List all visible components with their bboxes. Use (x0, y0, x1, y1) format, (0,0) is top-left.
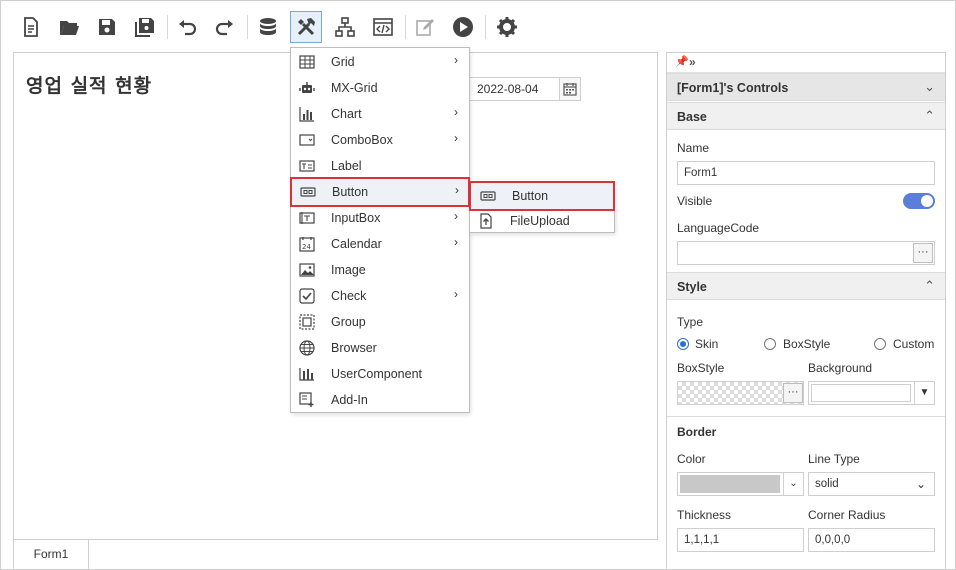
date-input[interactable]: 2022-08-04 (468, 77, 568, 101)
pin-icon[interactable]: 📌 (675, 55, 689, 68)
redo-icon[interactable] (209, 11, 241, 43)
name-field[interactable]: Form1 (677, 161, 935, 185)
name-label: Name (677, 141, 710, 155)
button-icon (480, 191, 496, 201)
edit-icon[interactable] (409, 11, 441, 43)
save-all-icon[interactable] (129, 11, 161, 43)
radio-custom-label: Custom (893, 337, 935, 351)
calendar-24-icon: 24 (299, 237, 315, 252)
line-type-select[interactable]: solid ⌄ (808, 472, 935, 496)
corner-radius-label: Corner Radius (808, 508, 886, 522)
form-tabbar: Form1 (13, 540, 658, 570)
language-ellipsis-button[interactable]: ··· (913, 243, 933, 263)
save-icon[interactable] (91, 11, 123, 43)
color-swatch (680, 475, 780, 493)
collapse-icon[interactable]: » (689, 55, 696, 69)
chevron-up-icon[interactable]: ⌃ (924, 278, 935, 294)
background-label: Background (808, 361, 873, 375)
bar-chart-icon (299, 107, 314, 122)
menu-item-group[interactable]: Group (291, 309, 469, 335)
checkbox-icon (299, 288, 315, 304)
radio-skin[interactable] (677, 338, 689, 350)
chevron-down-icon[interactable]: ⌄ (783, 473, 803, 495)
form-title: 영업 실적 현황 (26, 75, 153, 97)
boxstyle-ellipsis-button[interactable]: ··· (783, 383, 803, 403)
file-upload-icon (480, 213, 492, 229)
controls-header[interactable]: [Form1]'s Controls ⌄ (667, 73, 945, 101)
menu-item-image[interactable]: Image (291, 257, 469, 283)
radio-boxstyle[interactable] (764, 338, 776, 350)
menu-item-mx-grid[interactable]: MX-Grid (291, 75, 469, 101)
globe-icon (299, 340, 315, 356)
button-submenu: Button FileUpload (469, 181, 615, 233)
label-icon (299, 160, 315, 172)
submenu-item-fileupload[interactable]: FileUpload (470, 208, 614, 234)
hierarchy-icon[interactable] (329, 11, 361, 43)
tab-form1[interactable]: Form1 (13, 540, 89, 570)
add-in-icon (299, 392, 314, 407)
menu-item-inputbox[interactable]: InputBox › (291, 205, 469, 231)
new-file-icon[interactable] (15, 11, 47, 43)
border-color-select[interactable]: ⌄ (677, 472, 804, 496)
chevron-down-icon[interactable]: ⌄ (924, 79, 935, 95)
user-component-icon (299, 368, 314, 381)
database-icon[interactable] (252, 11, 284, 43)
menu-item-browser[interactable]: Browser (291, 335, 469, 361)
background-select[interactable]: ▼ (808, 381, 935, 405)
submenu-item-button[interactable]: Button (469, 181, 615, 211)
line-type-label: Line Type (808, 452, 860, 466)
toolbar (1, 1, 956, 51)
language-code-label: LanguageCode (677, 221, 760, 235)
menu-item-combobox[interactable]: ComboBox › (291, 127, 469, 153)
menu-item-label[interactable]: Label (291, 153, 469, 179)
combobox-icon (299, 134, 315, 146)
menu-item-grid[interactable]: Grid › (291, 49, 469, 75)
chevron-down-icon[interactable]: ▼ (914, 382, 934, 404)
style-section-header[interactable]: Style ⌃ (667, 272, 945, 300)
tools-icon[interactable] (290, 11, 322, 43)
border-section-title: Border (677, 425, 717, 439)
type-label: Type (677, 315, 704, 329)
panel-pin-bar: 📌 » (667, 53, 945, 73)
chevron-down-icon[interactable]: ⌄ (916, 473, 926, 495)
run-icon[interactable] (447, 11, 479, 43)
visible-label: Visible (677, 194, 713, 208)
robot-icon (299, 82, 315, 93)
boxstyle-label: BoxStyle (677, 361, 725, 375)
menu-item-check[interactable]: Check › (291, 283, 469, 309)
code-view-icon[interactable] (367, 11, 399, 43)
open-folder-icon[interactable] (53, 11, 85, 43)
image-icon (299, 263, 315, 277)
button-icon (300, 187, 316, 197)
menu-item-chart[interactable]: Chart › (291, 101, 469, 127)
component-menu: Grid › MX-Grid Chart › ComboBox › Label But… (290, 47, 470, 413)
svg-text:24: 24 (302, 243, 311, 251)
visible-toggle[interactable] (903, 193, 935, 209)
radio-skin-label: Skin (695, 337, 719, 351)
grid-icon (299, 55, 315, 69)
properties-panel: 📌 » [Form1]'s Controls ⌄ Base ⌃ Name For… (666, 52, 946, 570)
undo-icon[interactable] (171, 11, 203, 43)
language-code-field[interactable] (677, 241, 935, 265)
calendar-icon[interactable] (559, 77, 581, 101)
chevron-up-icon[interactable]: ⌃ (924, 108, 935, 124)
base-section-header[interactable]: Base ⌃ (667, 102, 945, 130)
menu-item-usercomponent[interactable]: UserComponent (291, 361, 469, 387)
app-window: 영업 실적 현황 2022-08-04 Form1 Grid › MX-Grid … (0, 0, 956, 570)
thickness-label: Thickness (677, 508, 732, 522)
settings-gear-icon[interactable] (491, 11, 523, 43)
thickness-field[interactable]: 1,1,1,1 (677, 528, 804, 552)
corner-radius-field[interactable]: 0,0,0,0 (808, 528, 935, 552)
menu-item-calendar[interactable]: 24 Calendar › (291, 231, 469, 257)
menu-item-add-in[interactable]: Add-In (291, 387, 469, 413)
color-label: Color (677, 452, 706, 466)
radio-custom[interactable] (874, 338, 886, 350)
group-icon (299, 314, 315, 330)
radio-boxstyle-label: BoxStyle (783, 337, 831, 351)
menu-item-button[interactable]: Button › (290, 177, 470, 207)
inputbox-icon (299, 212, 315, 224)
